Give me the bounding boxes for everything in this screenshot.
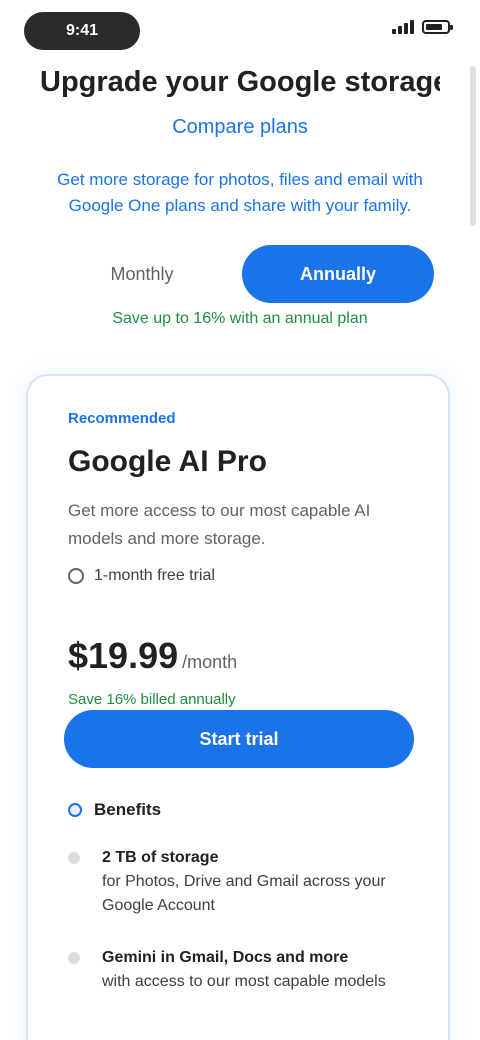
bullet-icon <box>68 952 80 964</box>
plan-trial: 1-month free trial <box>68 567 416 585</box>
feature-text: 2 TB of storage for Photos, Drive and Gm… <box>102 846 418 918</box>
feature-list: 2 TB of storage for Photos, Drive and Gm… <box>68 846 418 1022</box>
clock-icon <box>68 568 84 584</box>
feature-description: for Photos, Drive and Gmail across your … <box>102 873 386 914</box>
plan-name: Google AI Pro <box>68 445 267 478</box>
feature-text: Gemini in Gmail, Docs and more with acce… <box>102 946 386 994</box>
features-heading: Benefits <box>68 800 161 820</box>
list-item: 2 TB of storage for Photos, Drive and Gm… <box>68 846 418 918</box>
plan-card-content: Recommended Google AI Pro Get more acces… <box>68 376 416 708</box>
savings-note: Save up to 16% with an annual plan <box>112 310 368 327</box>
plan-card: Recommended Google AI Pro Get more acces… <box>26 374 450 1040</box>
plan-description: Get more access to our most capable AI m… <box>68 501 371 548</box>
list-item: Gemini in Gmail, Docs and more with acce… <box>68 946 418 994</box>
plan-trial-text: 1-month free trial <box>94 567 215 584</box>
plan-price-note: Save 16% billed annually <box>68 691 236 708</box>
annual-billing-button[interactable]: Annually <box>242 245 434 303</box>
status-time-pill: 9:41 <box>24 12 140 50</box>
page-title: Upgrade your Google storage plan <box>40 66 440 98</box>
monthly-billing-button[interactable]: Monthly <box>52 245 232 303</box>
hero-section: Upgrade your Google storage plan Compare… <box>40 62 440 219</box>
bullet-icon <box>68 852 80 864</box>
battery-icon <box>422 20 453 34</box>
status-bar: 9:41 <box>0 0 480 62</box>
plan-badge: Recommended <box>68 410 176 427</box>
scrollbar[interactable] <box>470 66 476 226</box>
feature-description: with access to our most capable models <box>102 973 386 990</box>
features-heading-text: Benefits <box>94 800 162 819</box>
check-circle-icon <box>68 803 82 817</box>
start-trial-button[interactable]: Start trial <box>64 710 414 768</box>
plan-price-amount: $19.99 <box>68 635 179 676</box>
plan-price: $19.99/month <box>68 635 416 677</box>
billing-period-toggle: Monthly Annually <box>52 244 434 304</box>
hero-description: Get more storage for photos, files and e… <box>57 170 423 215</box>
app-screen: 9:41 Upgrade your Google storage plan Co… <box>0 0 480 1040</box>
status-indicators <box>392 20 453 34</box>
plan-price-period: /month <box>182 652 238 672</box>
status-time: 9:41 <box>65 22 99 39</box>
feature-title: Gemini in Gmail, Docs and more <box>102 949 349 966</box>
signal-icon <box>392 20 414 34</box>
feature-title: 2 TB of storage <box>102 849 219 866</box>
compare-plans-link[interactable]: Compare plans <box>172 116 308 139</box>
